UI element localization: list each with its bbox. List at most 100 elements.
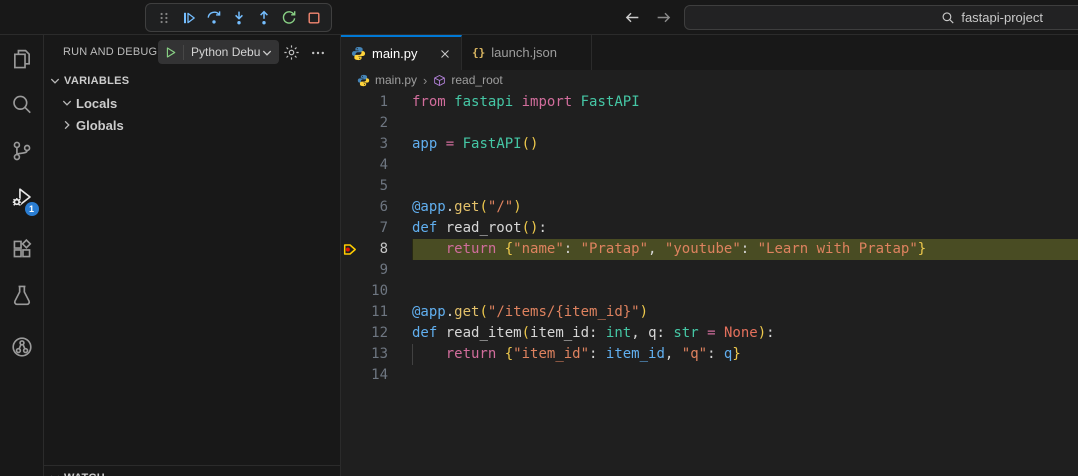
line-content[interactable]: @app.get("/"): [412, 197, 1078, 218]
nav-forward-button[interactable]: [655, 9, 672, 26]
variables-section-header[interactable]: VARIABLES: [44, 70, 340, 92]
nav-back-button[interactable]: [624, 9, 641, 26]
extensions-icon: [11, 238, 33, 265]
tab-launch-json[interactable]: {} launch.json: [462, 35, 592, 70]
gutter[interactable]: 13: [341, 344, 412, 365]
vscode-window: fastapi-project 1 RUN AND DEBUG Python D…: [0, 0, 1078, 476]
debug-config-dropdown[interactable]: Python Debu: [158, 40, 279, 64]
step-into-icon[interactable]: [230, 9, 247, 26]
line-content[interactable]: @app.get("/items/{item_id}"): [412, 302, 1078, 323]
start-debugging-button[interactable]: [158, 46, 183, 59]
gutter[interactable]: 2: [341, 113, 412, 134]
step-over-icon[interactable]: [205, 9, 222, 26]
search-icon: [11, 94, 33, 121]
symbol-namespace-icon: [433, 74, 446, 87]
restart-icon[interactable]: [280, 9, 297, 26]
code-line-6[interactable]: 6 @app.get("/"): [341, 197, 1078, 218]
line-content[interactable]: def read_root():: [412, 218, 1078, 239]
code-line-5[interactable]: 5: [341, 176, 1078, 197]
line-content[interactable]: return {"name": "Pratap", "youtube": "Le…: [412, 239, 1078, 260]
line-content[interactable]: [412, 155, 1078, 176]
watch-label: WATCH: [64, 472, 105, 476]
activity-bar-item-testing[interactable]: [0, 274, 44, 320]
activity-bar-item-extensions[interactable]: [0, 228, 44, 274]
code-line-2[interactable]: 2: [341, 113, 1078, 134]
breadcrumb-symbol[interactable]: read_root: [451, 73, 502, 87]
line-content[interactable]: [412, 260, 1078, 281]
gutter[interactable]: 14: [341, 365, 412, 386]
gutter[interactable]: 11: [341, 302, 412, 323]
chevron-down-icon: [49, 472, 61, 476]
watch-section: WATCH: [44, 465, 340, 476]
gutter[interactable]: 7: [341, 218, 412, 239]
breadcrumb-separator: ›: [423, 72, 428, 88]
variables-label: VARIABLES: [64, 75, 130, 87]
variables-scope-globals[interactable]: Globals: [44, 114, 340, 136]
line-content[interactable]: [412, 281, 1078, 302]
gutter[interactable]: 1: [341, 92, 412, 113]
line-content[interactable]: app = FastAPI(): [412, 134, 1078, 155]
activity-bar-item-run-and-debug[interactable]: 1: [0, 176, 44, 222]
gear-icon[interactable]: [283, 44, 300, 61]
editor-group: main.py {} launch.json main.py › read_ro…: [341, 35, 1078, 476]
activity-bar-item-search[interactable]: [0, 84, 44, 130]
line-content[interactable]: [412, 176, 1078, 197]
code-line-14[interactable]: 14: [341, 365, 1078, 386]
debug-config-label: Python Debu: [191, 45, 261, 59]
code-line-8[interactable]: 8 return {"name": "Pratap", "youtube": "…: [341, 239, 1078, 260]
line-content[interactable]: [412, 113, 1078, 134]
continue-icon[interactable]: [180, 9, 197, 26]
more-actions-icon[interactable]: [310, 45, 326, 61]
line-content[interactable]: return {"item_id": item_id, "q": q}: [412, 344, 1078, 365]
line-content[interactable]: [412, 365, 1078, 386]
line-number: 4: [379, 157, 388, 173]
gutter[interactable]: 4: [341, 155, 412, 176]
code-line-12[interactable]: 12 def read_item(item_id: int, q: str = N…: [341, 323, 1078, 344]
gutter[interactable]: 5: [341, 176, 412, 197]
code-line-9[interactable]: 9: [341, 260, 1078, 281]
code-line-13[interactable]: 13 return {"item_id": item_id, "q": q}: [341, 344, 1078, 365]
gutter[interactable]: 3: [341, 134, 412, 155]
line-number: 2: [379, 115, 388, 131]
scope-label: Locals: [76, 95, 118, 111]
watch-section-header[interactable]: WATCH: [44, 467, 340, 476]
variables-scope-locals[interactable]: Locals: [44, 92, 340, 114]
line-number: 9: [379, 262, 388, 278]
line-content[interactable]: from fastapi import FastAPI: [412, 92, 1078, 113]
activity-bar: 1: [0, 35, 44, 476]
tab-main-py[interactable]: main.py: [341, 35, 462, 70]
code-line-10[interactable]: 10: [341, 281, 1078, 302]
code-line-4[interactable]: 4: [341, 155, 1078, 176]
gutter[interactable]: 10: [341, 281, 412, 302]
line-content[interactable]: def read_item(item_id: int, q: str = Non…: [412, 323, 1078, 344]
remote-explorer-icon: [11, 336, 33, 363]
tab-label: launch.json: [491, 45, 558, 60]
breakpoint-current-icon[interactable]: [343, 242, 358, 257]
line-number: 1: [379, 94, 388, 110]
gutter[interactable]: 12: [341, 323, 412, 344]
close-icon[interactable]: [438, 47, 452, 61]
gripper-icon[interactable]: [155, 9, 172, 26]
code-area: 1 from fastapi import FastAPI 2 3 app = Fast…: [341, 90, 1078, 386]
python-icon: [351, 46, 366, 61]
gutter[interactable]: 8: [341, 239, 412, 260]
command-center-search[interactable]: fastapi-project: [684, 5, 1078, 30]
gutter[interactable]: 9: [341, 260, 412, 281]
activity-bar-item-explorer[interactable]: [0, 38, 44, 84]
title-bar: fastapi-project: [0, 0, 1078, 35]
run-and-debug-sidebar: RUN AND DEBUG Python Debu VARIABLES Loca…: [44, 35, 341, 476]
code-line-1[interactable]: 1 from fastapi import FastAPI: [341, 92, 1078, 113]
activity-bar-item-remote-explorer[interactable]: [0, 326, 44, 372]
line-number: 14: [371, 367, 388, 383]
gutter[interactable]: 6: [341, 197, 412, 218]
stop-icon[interactable]: [305, 9, 322, 26]
breadcrumb-file[interactable]: main.py: [375, 73, 417, 87]
sidebar-title: RUN AND DEBUG: [63, 46, 158, 58]
step-out-icon[interactable]: [255, 9, 272, 26]
testing-icon: [11, 284, 33, 311]
activity-bar-item-source-control[interactable]: [0, 130, 44, 176]
line-number: 6: [379, 199, 388, 215]
code-line-11[interactable]: 11 @app.get("/items/{item_id}"): [341, 302, 1078, 323]
code-line-3[interactable]: 3 app = FastAPI(): [341, 134, 1078, 155]
code-line-7[interactable]: 7 def read_root():: [341, 218, 1078, 239]
